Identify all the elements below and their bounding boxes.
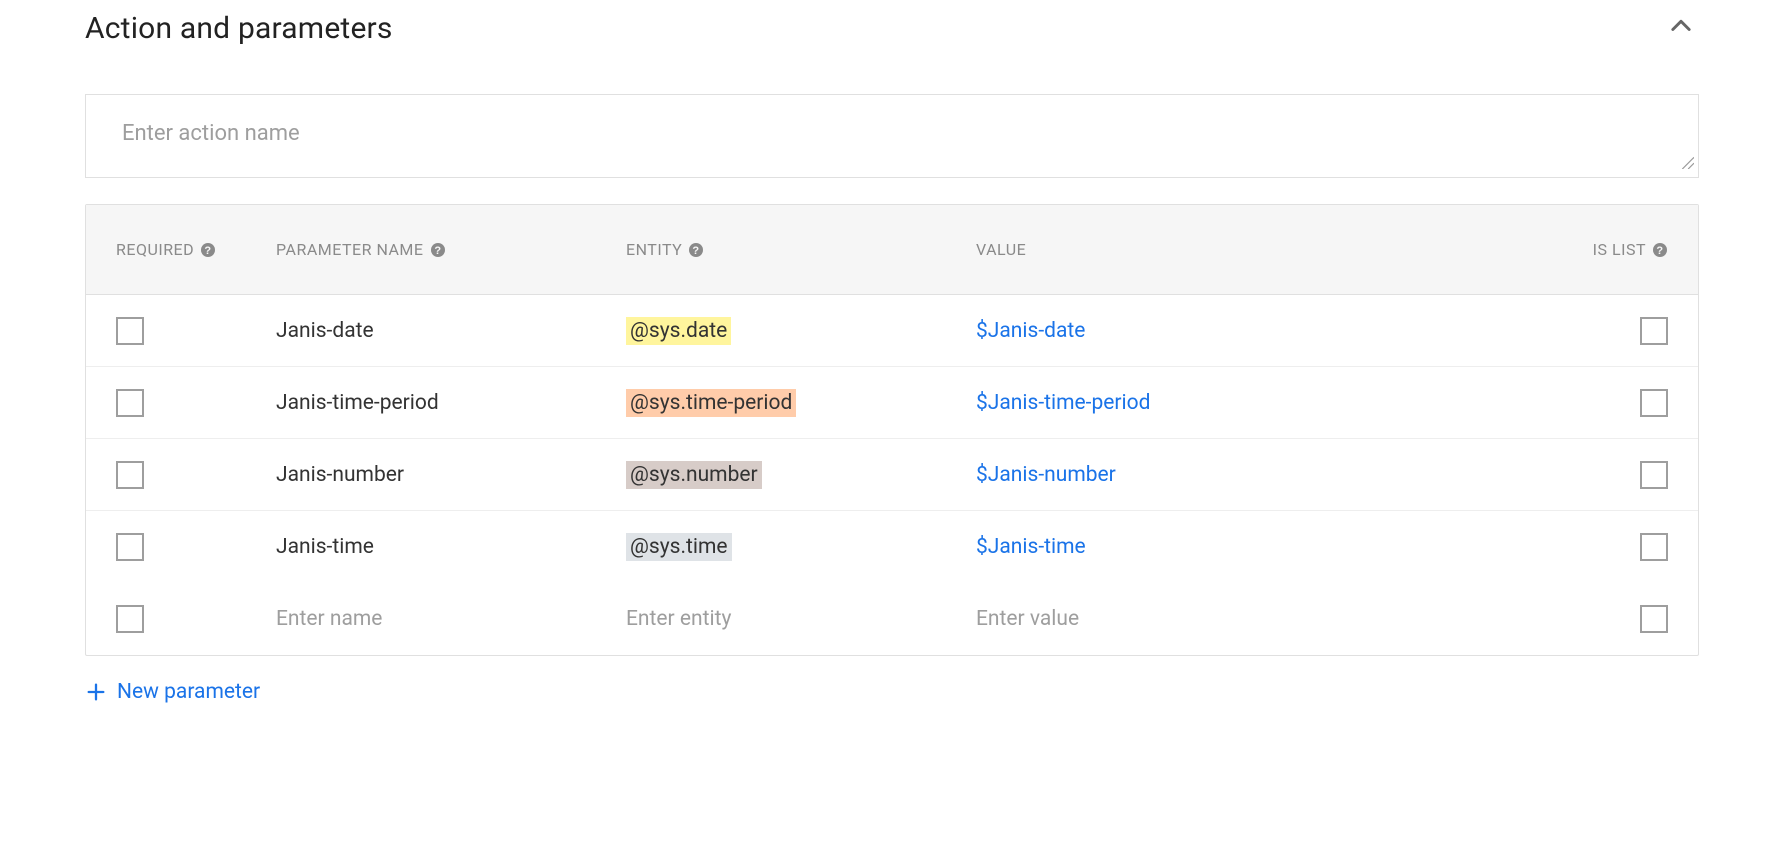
parameter-name-cell[interactable]: Janis-number — [276, 463, 404, 487]
help-icon[interactable]: ? — [430, 242, 446, 258]
value-cell[interactable]: $Janis-number — [976, 463, 1116, 487]
parameters-table: REQUIRED ? PARAMETER NAME ? ENTITY ? VAL… — [85, 204, 1699, 656]
table-row: Janis-time @sys.time $Janis-time — [86, 511, 1698, 583]
plus-icon — [85, 681, 107, 703]
col-header-required-label: REQUIRED — [116, 240, 194, 259]
entity-cell[interactable]: @sys.number — [626, 461, 762, 489]
table-header-row: REQUIRED ? PARAMETER NAME ? ENTITY ? VAL… — [86, 205, 1698, 295]
help-icon[interactable]: ? — [1652, 242, 1668, 258]
section-header: Action and parameters — [85, 10, 1699, 46]
name-input-placeholder[interactable]: Enter name — [276, 607, 382, 631]
col-header-value: VALUE — [976, 240, 1568, 259]
is-list-checkbox[interactable] — [1640, 461, 1668, 489]
required-checkbox[interactable] — [116, 389, 144, 417]
col-header-is-list: IS LIST ? — [1568, 240, 1668, 259]
required-checkbox[interactable] — [116, 533, 144, 561]
table-row: Janis-date @sys.date $Janis-date — [86, 295, 1698, 367]
new-parameter-button[interactable]: New parameter — [85, 680, 1699, 704]
col-header-parameter-name-label: PARAMETER NAME — [276, 240, 424, 259]
col-header-is-list-label: IS LIST — [1593, 240, 1646, 259]
required-checkbox[interactable] — [116, 317, 144, 345]
is-list-checkbox[interactable] — [1640, 533, 1668, 561]
is-list-checkbox[interactable] — [1640, 605, 1668, 633]
entity-input-placeholder[interactable]: Enter entity — [626, 607, 731, 631]
entity-cell[interactable]: @sys.time — [626, 533, 732, 561]
collapse-toggle[interactable] — [1663, 10, 1699, 46]
value-cell[interactable]: $Janis-time-period — [976, 391, 1150, 415]
entity-cell[interactable]: @sys.date — [626, 317, 731, 345]
help-icon[interactable]: ? — [688, 242, 704, 258]
col-header-value-label: VALUE — [976, 240, 1026, 259]
col-header-required: REQUIRED ? — [116, 240, 276, 259]
action-name-input[interactable] — [86, 95, 1698, 173]
svg-text:?: ? — [205, 245, 212, 257]
entity-cell[interactable]: @sys.time-period — [626, 389, 796, 417]
svg-text:?: ? — [1656, 245, 1663, 257]
parameter-name-cell[interactable]: Janis-date — [276, 319, 374, 343]
is-list-checkbox[interactable] — [1640, 389, 1668, 417]
parameter-name-cell[interactable]: Janis-time-period — [276, 391, 439, 415]
help-icon[interactable]: ? — [200, 242, 216, 258]
table-row: Janis-number @sys.number $Janis-number — [86, 439, 1698, 511]
required-checkbox[interactable] — [116, 461, 144, 489]
action-name-container — [85, 94, 1699, 178]
parameter-name-cell[interactable]: Janis-time — [276, 535, 374, 559]
table-row: Janis-time-period @sys.time-period $Janis-… — [86, 367, 1698, 439]
new-parameter-label: New parameter — [117, 680, 260, 704]
col-header-entity: ENTITY ? — [626, 240, 976, 259]
svg-text:?: ? — [434, 245, 441, 257]
svg-text:?: ? — [693, 245, 700, 257]
value-input-placeholder[interactable]: Enter value — [976, 607, 1079, 631]
chevron-up-icon — [1667, 12, 1695, 44]
value-cell[interactable]: $Janis-date — [976, 319, 1085, 343]
section-title: Action and parameters — [85, 11, 393, 46]
col-header-entity-label: ENTITY — [626, 240, 682, 259]
required-checkbox[interactable] — [116, 605, 144, 633]
col-header-parameter-name: PARAMETER NAME ? — [276, 240, 626, 259]
is-list-checkbox[interactable] — [1640, 317, 1668, 345]
value-cell[interactable]: $Janis-time — [976, 535, 1086, 559]
table-row-new: Enter name Enter entity Enter value — [86, 583, 1698, 655]
